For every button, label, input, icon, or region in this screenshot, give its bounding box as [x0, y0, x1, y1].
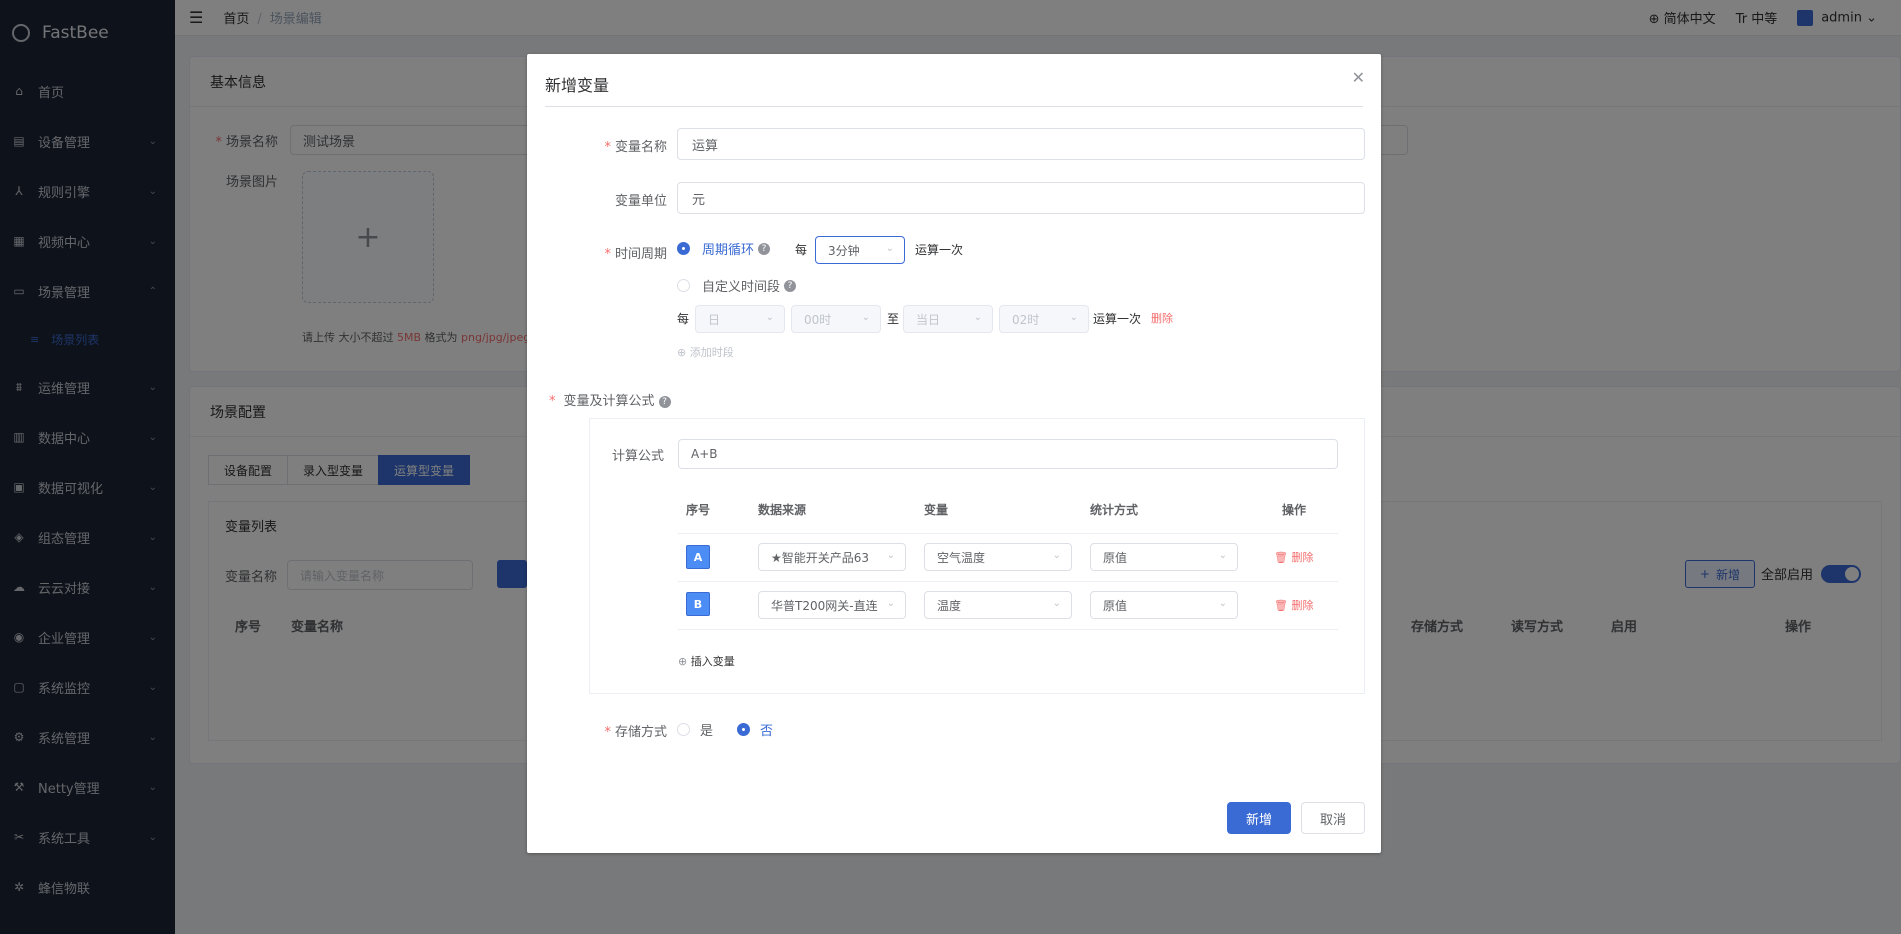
- add-period-link[interactable]: ⊕ 添加时段: [677, 344, 734, 360]
- help-icon: ?: [784, 279, 797, 292]
- custom-label: 自定义时间段: [702, 280, 781, 295]
- custom-radio[interactable]: 自定义时间段 ?: [677, 276, 797, 295]
- row-seq-badge: B: [686, 592, 710, 616]
- row-stat-select[interactable]: 原值 ⌄: [1090, 591, 1238, 619]
- row-stat-select[interactable]: 原值 ⌄: [1090, 543, 1238, 571]
- row-delete-link[interactable]: 🗑 删除: [1274, 549, 1313, 565]
- cycle-label: 周期循环: [702, 243, 755, 258]
- storage-yes-label: 是: [700, 724, 714, 739]
- table-divider: [678, 581, 1338, 582]
- plus-circle-icon: ⊕: [678, 655, 691, 668]
- table-divider: [678, 533, 1338, 534]
- custom-radio-dot[interactable]: [677, 279, 690, 292]
- formula-label: 计算公式: [612, 449, 665, 464]
- var-name-input[interactable]: 运算: [677, 128, 1365, 160]
- row-source-select[interactable]: ★智能开关产品63 ⌄: [758, 543, 906, 571]
- col-seq: 序号: [686, 503, 711, 517]
- confirm-button[interactable]: 新增: [1227, 802, 1291, 834]
- chevron-down-icon: ⌄: [1069, 312, 1078, 323]
- col-stat: 统计方式: [1090, 503, 1139, 517]
- chevron-down-icon: ⌄: [886, 598, 895, 609]
- dialog-divider: [545, 106, 1363, 107]
- custom-every-label: 每: [677, 312, 690, 326]
- formula-textarea[interactable]: A+B: [678, 439, 1338, 469]
- storage-no-radio[interactable]: 否: [737, 720, 773, 739]
- help-icon: ?: [658, 395, 671, 408]
- trash-icon: 🗑: [1274, 599, 1292, 612]
- cancel-button[interactable]: 取消: [1301, 802, 1365, 834]
- cycle-interval-select[interactable]: 3分钟 ⌄: [815, 236, 905, 264]
- chevron-down-icon: ⌄: [885, 243, 894, 254]
- chevron-down-icon: ⌄: [973, 312, 982, 323]
- calc-once-label: 运算一次: [915, 243, 964, 257]
- plus-circle-icon: ⊕: [677, 346, 690, 359]
- storage-yes-radio[interactable]: 是: [677, 720, 713, 739]
- var-unit-input[interactable]: 元: [677, 182, 1365, 214]
- dialog-title: 新增变量: [545, 76, 610, 95]
- row-variable-select[interactable]: 温度 ⌄: [924, 591, 1072, 619]
- to-label: 至: [887, 312, 900, 326]
- formula-panel: 计算公式 A+B 序号 数据来源 变量 统计方式 操作 A ★智能开关产品63 ⌄…: [589, 418, 1365, 694]
- formula-section-label: * 变量及计算公式?: [549, 390, 671, 409]
- storage-no-label: 否: [760, 724, 774, 739]
- chevron-down-icon: ⌄: [765, 312, 774, 323]
- insert-variable-link[interactable]: ⊕ 插入变量: [678, 653, 735, 669]
- custom-to-hour-select[interactable]: 02时 ⌄: [999, 305, 1089, 333]
- var-name-label: * 变量名称: [604, 140, 667, 155]
- chevron-down-icon: ⌄: [886, 550, 895, 561]
- chevron-down-icon: ⌄: [1052, 550, 1061, 561]
- chevron-down-icon: ⌄: [861, 312, 870, 323]
- storage-yes-dot[interactable]: [677, 723, 690, 736]
- col-source: 数据来源: [758, 503, 807, 517]
- chevron-down-icon: ⌄: [1052, 598, 1061, 609]
- col-variable: 变量: [924, 503, 949, 517]
- storage-label: * 存储方式: [604, 725, 667, 740]
- cycle-radio-dot[interactable]: [677, 242, 690, 255]
- custom-from-hour-select[interactable]: 00时 ⌄: [791, 305, 881, 333]
- table-divider: [678, 629, 1338, 630]
- chevron-down-icon: ⌄: [1218, 598, 1227, 609]
- row-seq-badge: A: [686, 545, 710, 569]
- cycle-radio[interactable]: 周期循环 ?: [677, 239, 771, 258]
- custom-delete-link[interactable]: 删除: [1151, 310, 1173, 326]
- custom-calc-once-label: 运算一次: [1093, 312, 1142, 326]
- close-icon[interactable]: ✕: [1352, 68, 1365, 87]
- every-label: 每: [795, 243, 808, 257]
- period-label: * 时间周期: [604, 247, 667, 262]
- row-delete-link[interactable]: 🗑 删除: [1274, 597, 1313, 613]
- row-variable-select[interactable]: 空气温度 ⌄: [924, 543, 1072, 571]
- custom-to-day-select[interactable]: 当日 ⌄: [903, 305, 993, 333]
- storage-no-dot[interactable]: [737, 723, 750, 736]
- chevron-down-icon: ⌄: [1218, 550, 1227, 561]
- var-unit-label: 变量单位: [614, 194, 667, 209]
- trash-icon: 🗑: [1274, 551, 1292, 564]
- custom-day-select[interactable]: 日 ⌄: [695, 305, 785, 333]
- help-icon: ?: [758, 242, 771, 255]
- add-variable-dialog: 新增变量 ✕ * 变量名称 运算 变量单位 元 * 时间周期 周期循环 ? 每 3分…: [527, 54, 1381, 853]
- row-source-select[interactable]: 华普T200网关-直连 ⌄: [758, 591, 906, 619]
- col-action: 操作: [1282, 503, 1307, 517]
